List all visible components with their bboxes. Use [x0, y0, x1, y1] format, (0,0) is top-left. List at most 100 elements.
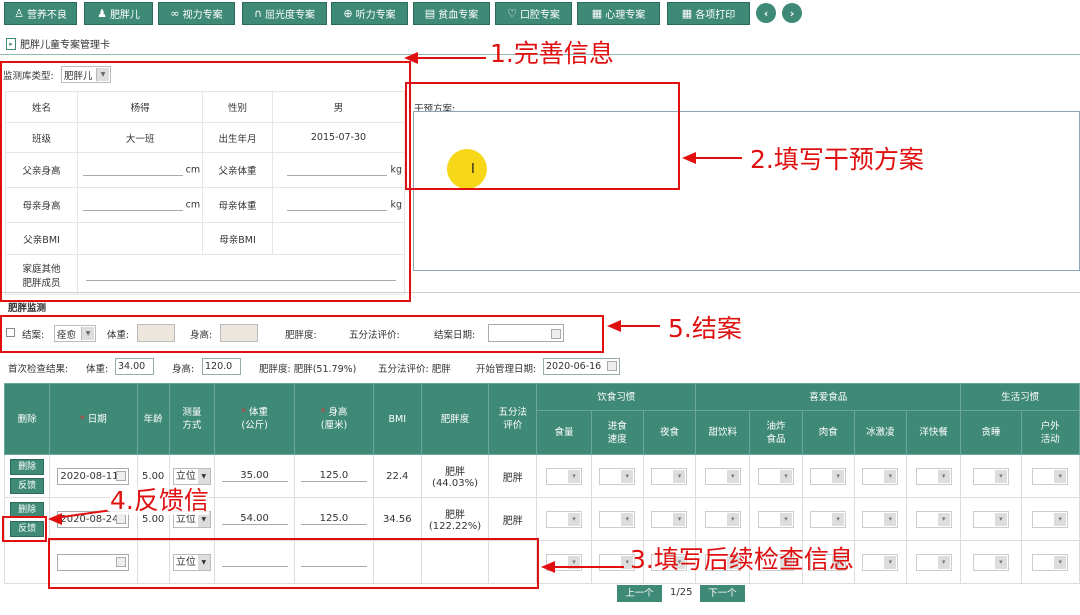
tab-nutrition[interactable]: ♙ 营养不良	[4, 2, 77, 25]
prev-nav-button[interactable]: ‹	[756, 3, 776, 23]
heart-icon: ♡	[507, 7, 517, 20]
document-icon: ▸	[6, 37, 16, 50]
weight-input[interactable]: 35.00	[221, 470, 288, 482]
height-input[interactable]: 125.0	[300, 470, 367, 482]
sleep-select[interactable]	[972, 467, 1009, 485]
grid-icon: ▦	[591, 7, 603, 20]
date-input[interactable]: 2020-08-11	[57, 467, 130, 485]
header-date: * 日期	[49, 383, 138, 455]
height-input[interactable]: 125.0	[300, 513, 367, 525]
first-weight-input[interactable]: 34.00	[115, 358, 154, 375]
annotation-box-info	[0, 61, 411, 302]
fast-select[interactable]	[915, 510, 952, 528]
feedback-button[interactable]: 反馈	[10, 477, 45, 494]
ice-select[interactable]	[862, 553, 899, 571]
calendar-icon	[607, 361, 617, 371]
annotation-arrow	[620, 325, 660, 327]
sleep-select[interactable]	[972, 553, 1009, 571]
arrow-head-icon	[48, 513, 62, 525]
first-weight-label: 体重:	[86, 364, 109, 375]
first-five: 五分法评价: 肥胖	[378, 364, 451, 375]
annotation-arrow	[694, 157, 742, 159]
night-select[interactable]	[651, 510, 688, 528]
outdoor-select[interactable]	[1032, 510, 1069, 528]
annotation-label: 1.完善信息	[490, 39, 614, 68]
fried-select[interactable]	[757, 467, 794, 485]
person-icon: ♙	[14, 7, 24, 20]
annotation-label: 4.反馈信	[110, 486, 209, 515]
ice-select[interactable]	[862, 467, 899, 485]
chevron-left-icon: ‹	[763, 6, 769, 20]
sweet-select[interactable]	[704, 467, 741, 485]
header-night: 夜食	[642, 410, 697, 455]
fast-select[interactable]	[915, 553, 952, 571]
document-icon: ▤	[424, 7, 436, 20]
annotation-label: 5.结案	[668, 314, 742, 343]
start-date-input[interactable]: 2020-06-16	[543, 358, 620, 375]
header-meat: 肉食	[801, 410, 855, 455]
first-degree: 肥胖度: 肥胖(51.79%)	[259, 364, 357, 375]
fast-select[interactable]	[915, 467, 952, 485]
grid-icon: ▦	[681, 7, 693, 20]
weight-input[interactable]: 54.00	[221, 513, 288, 525]
calendar-icon	[116, 470, 127, 481]
arrow-head-icon	[607, 320, 621, 332]
delete-button[interactable]: 删除	[10, 458, 45, 475]
meat-select[interactable]	[810, 467, 847, 485]
amount-select[interactable]	[546, 467, 582, 485]
plus-circle-icon: ⊕	[343, 7, 353, 20]
outdoor-select[interactable]	[1032, 467, 1069, 485]
arrow-head-icon	[404, 52, 418, 64]
tab-anemia[interactable]: ▤ 贫血专案	[413, 2, 490, 25]
tab-psychology[interactable]: ▦ 心理专案	[577, 2, 660, 25]
speed-select[interactable]	[599, 510, 636, 528]
first-check-label: 首次检查结果:	[8, 364, 69, 375]
annotation-box-followup	[48, 538, 539, 589]
tab-refraction[interactable]: ∩ 屈光度专案	[242, 2, 327, 25]
sleep-select[interactable]	[972, 510, 1009, 528]
annotation-arrow	[416, 57, 486, 59]
header-sleep: 贪睡	[960, 410, 1022, 455]
page-info: 1/25	[670, 587, 693, 598]
child-icon: ♟	[97, 7, 107, 20]
next-page-button[interactable]: 下一个	[700, 585, 745, 602]
arrow-head-icon	[541, 561, 555, 573]
outdoor-select[interactable]	[1032, 553, 1069, 571]
header-method: 测量 方式	[168, 383, 215, 455]
method-select[interactable]: 立位 ▼	[172, 467, 211, 485]
glasses-icon: ∞	[170, 7, 180, 20]
header-speed: 进食 速度	[590, 410, 644, 455]
prev-page-button[interactable]: 上一个	[617, 585, 662, 602]
start-date-label: 开始管理日期:	[476, 364, 537, 375]
header-sweet: 甜饮料	[695, 410, 751, 455]
chevron-right-icon: ›	[789, 6, 795, 20]
section-title: 肥胖监测	[8, 303, 47, 314]
group-life: 生活习惯	[960, 383, 1080, 411]
tab-obesity[interactable]: ♟ 肥胖儿	[84, 2, 153, 25]
chevron-down-icon: ▼	[197, 468, 210, 484]
tab-print[interactable]: ▦ 各项打印	[667, 2, 750, 25]
header-fried: 油炸 食品	[749, 410, 803, 455]
amount-select[interactable]	[546, 510, 582, 528]
header-ice: 冰激凌	[853, 410, 908, 455]
tab-oral[interactable]: ♡ 口腔专案	[495, 2, 572, 25]
group-diet: 饮食习惯	[536, 383, 697, 411]
speed-select[interactable]	[599, 467, 636, 485]
group-food: 喜爱食品	[695, 383, 962, 411]
header-bmi: BMI	[372, 383, 422, 455]
first-height-input[interactable]: 120.0	[202, 358, 241, 375]
sweet-select[interactable]	[704, 510, 741, 528]
degree-cell: 肥胖 (122.22%)	[420, 497, 490, 541]
annotation-label: 3.填写后续检查信息	[630, 545, 854, 574]
degree-cell: 肥胖 (44.03%)	[420, 454, 490, 498]
five-cell: 肥胖	[488, 454, 538, 498]
night-select[interactable]	[651, 467, 688, 485]
headphones-icon: ∩	[253, 7, 263, 20]
ice-select[interactable]	[862, 510, 899, 528]
meat-select[interactable]	[810, 510, 847, 528]
tab-vision[interactable]: ∞ 视力专案	[158, 2, 235, 25]
tab-hearing[interactable]: ⊕ 听力专案	[331, 2, 408, 25]
next-nav-button[interactable]: ›	[782, 3, 802, 23]
fried-select[interactable]	[757, 510, 794, 528]
bmi-cell: 22.4	[372, 454, 422, 498]
